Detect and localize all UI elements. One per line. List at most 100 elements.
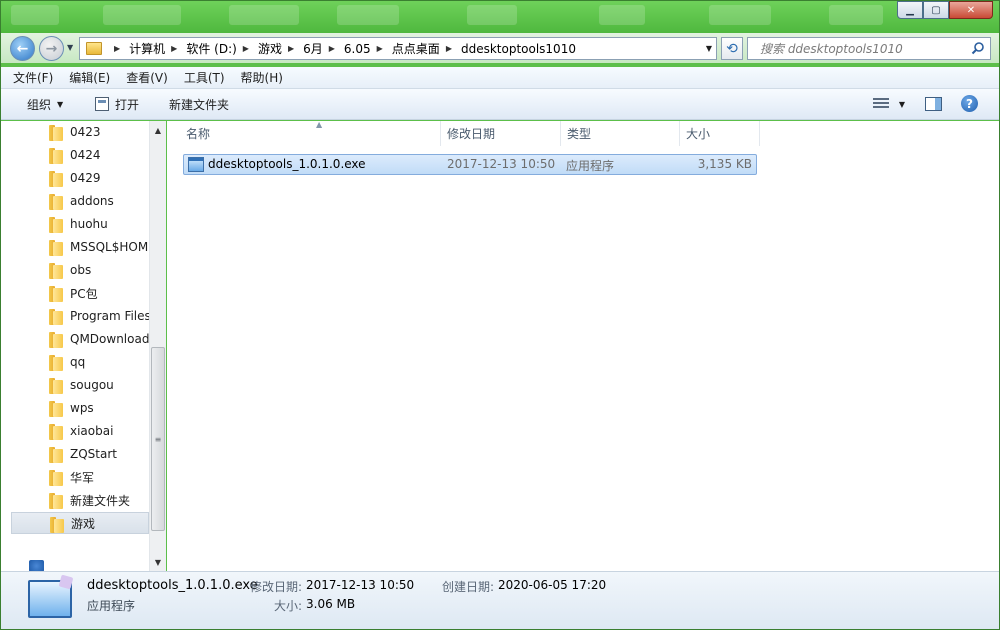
- column-header-type[interactable]: 类型: [561, 121, 680, 146]
- nav-folder[interactable]: addons: [11, 190, 149, 212]
- scroll-thumb[interactable]: ≡: [151, 347, 165, 531]
- file-size: 3,135 KB: [697, 157, 752, 171]
- address-row: ← → ▼ ▶ 计算机 ▶ 软件 (D:) ▶ 游戏 ▶ 6月 ▶ 6.05 ▶ 点点桌面 …: [1, 33, 999, 63]
- back-button[interactable]: ←: [10, 36, 35, 61]
- nav-folder-label: addons: [70, 194, 114, 208]
- menu-file[interactable]: 文件(F): [13, 69, 53, 86]
- command-bar: 组织 ▼ 打开 新建文件夹 ▼ ?: [1, 89, 999, 120]
- breadcrumb[interactable]: ▶ 软件 (D:): [165, 40, 237, 57]
- close-button[interactable]: ✕: [949, 1, 993, 19]
- help-button[interactable]: ?: [961, 95, 978, 112]
- open-button[interactable]: 打开: [95, 92, 139, 116]
- nav-folder-label: MSSQL$HOM: [70, 240, 149, 254]
- title-bar[interactable]: ▁ ▢ ✕: [1, 1, 999, 33]
- breadcrumb-label[interactable]: ddesktoptools1010: [461, 42, 576, 56]
- nav-folder[interactable]: obs: [11, 259, 149, 281]
- breadcrumb-label[interactable]: 游戏: [258, 40, 282, 57]
- breadcrumb-chevron-icon[interactable]: ▶: [288, 44, 294, 53]
- nav-folder[interactable]: MSSQL$HOM: [11, 236, 149, 258]
- menu-help[interactable]: 帮助(H): [241, 69, 283, 86]
- application-icon: [28, 580, 72, 618]
- folder-icon: [49, 263, 63, 279]
- forward-button[interactable]: →: [39, 36, 64, 61]
- address-dropdown-icon[interactable]: ▼: [706, 44, 712, 53]
- nav-folder[interactable]: huohu: [11, 213, 149, 235]
- breadcrumb-label[interactable]: 计算机: [129, 40, 165, 57]
- nav-folder[interactable]: qq: [11, 351, 149, 373]
- breadcrumb-label[interactable]: 6月: [303, 40, 323, 57]
- network-icon[interactable]: [29, 560, 44, 571]
- breadcrumb-label[interactable]: 6.05: [344, 42, 371, 56]
- history-dropdown-icon[interactable]: ▼: [67, 43, 73, 52]
- minimize-button[interactable]: ▁: [897, 1, 923, 19]
- nav-folder[interactable]: ZQStart: [11, 443, 149, 465]
- nav-folder[interactable]: sougou: [11, 374, 149, 396]
- breadcrumb-label[interactable]: 点点桌面: [392, 40, 440, 57]
- column-header-size[interactable]: 大小: [680, 121, 760, 146]
- folder-icon: [49, 424, 63, 440]
- menu-edit[interactable]: 编辑(E): [69, 69, 110, 86]
- details-size-label: 大小:: [274, 599, 303, 613]
- sort-ascending-icon: ▲: [316, 120, 323, 129]
- menu-view[interactable]: 查看(V): [126, 69, 168, 86]
- nav-folder[interactable]: Program Files: [11, 305, 149, 327]
- search-icon[interactable]: [971, 41, 985, 55]
- background-tab: [709, 5, 771, 25]
- search-input[interactable]: [760, 41, 960, 56]
- nav-folder[interactable]: 新建文件夹: [11, 489, 149, 511]
- nav-folder[interactable]: xiaobai: [11, 420, 149, 442]
- preview-pane-button[interactable]: [925, 97, 942, 111]
- menu-tools[interactable]: 工具(T): [184, 69, 225, 86]
- breadcrumb-chevron-icon[interactable]: ▶: [114, 44, 120, 53]
- breadcrumb-chevron-icon[interactable]: ▶: [243, 44, 249, 53]
- background-tab: [829, 5, 883, 25]
- nav-folder-label: 新建文件夹: [70, 493, 131, 508]
- breadcrumb-chevron-icon[interactable]: ▶: [329, 44, 335, 53]
- nav-scrollbar[interactable]: ▲ ≡ ▼: [149, 121, 166, 571]
- application-icon: [188, 157, 204, 172]
- folder-icon: [49, 355, 63, 371]
- scroll-down-icon[interactable]: ▼: [150, 553, 166, 571]
- folder-icon: [49, 217, 63, 233]
- details-size-value: 3.06 MB: [306, 597, 356, 611]
- scroll-up-icon[interactable]: ▲: [150, 121, 166, 139]
- maximize-button[interactable]: ▢: [923, 1, 949, 19]
- search-box[interactable]: [747, 37, 991, 60]
- column-header-name[interactable]: 名称 ▲: [180, 120, 441, 146]
- refresh-button[interactable]: ⟲: [721, 37, 743, 60]
- breadcrumb-chevron-icon[interactable]: ▶: [446, 44, 452, 53]
- breadcrumb-label[interactable]: 软件 (D:): [186, 40, 236, 57]
- column-header-date[interactable]: 修改日期: [441, 121, 561, 146]
- nav-folder[interactable]: 0423: [11, 121, 149, 143]
- nav-folder-label: 游戏: [71, 516, 96, 531]
- file-row[interactable]: ddesktoptools_1.0.1.0.exe 2017-12-13 10:…: [183, 154, 757, 175]
- breadcrumb[interactable]: ▶ 点点桌面: [371, 40, 440, 57]
- breadcrumb[interactable]: ▶ 6月: [282, 40, 323, 57]
- change-view-button[interactable]: ▼: [867, 93, 911, 115]
- breadcrumb[interactable]: ▶ ddesktoptools1010: [440, 42, 576, 56]
- nav-folder[interactable]: wps: [11, 397, 149, 419]
- background-tab: [11, 5, 59, 25]
- organize-button[interactable]: 组织 ▼: [27, 92, 63, 116]
- nav-folder[interactable]: 华军: [11, 466, 149, 488]
- nav-folder-label: qq: [70, 355, 86, 369]
- nav-folder-selected[interactable]: 游戏: [11, 512, 149, 534]
- breadcrumb-chevron-icon[interactable]: ▶: [377, 44, 383, 53]
- new-folder-button[interactable]: 新建文件夹: [169, 92, 229, 116]
- nav-folder[interactable]: 0429: [11, 167, 149, 189]
- nav-folder[interactable]: 0424: [11, 144, 149, 166]
- forward-arrow-icon: →: [45, 40, 58, 57]
- nav-folder[interactable]: PC包: [11, 282, 149, 304]
- open-label: 打开: [115, 97, 140, 112]
- column-header-label: 修改日期: [447, 127, 496, 141]
- nav-folder-label: 0424: [70, 148, 101, 162]
- nav-folder-label: obs: [70, 263, 92, 277]
- folder-icon: [49, 148, 63, 164]
- breadcrumb-chevron-icon[interactable]: ▶: [171, 44, 177, 53]
- breadcrumb[interactable]: ▶ 计算机: [108, 40, 165, 57]
- nav-folder[interactable]: QMDownload: [11, 328, 149, 350]
- breadcrumb[interactable]: ▶ 6.05: [323, 42, 371, 56]
- folder-icon: [49, 447, 63, 463]
- address-bar[interactable]: ▶ 计算机 ▶ 软件 (D:) ▶ 游戏 ▶ 6月 ▶ 6.05 ▶ 点点桌面 ▶ ddesk…: [79, 37, 717, 60]
- breadcrumb[interactable]: ▶ 游戏: [237, 40, 282, 57]
